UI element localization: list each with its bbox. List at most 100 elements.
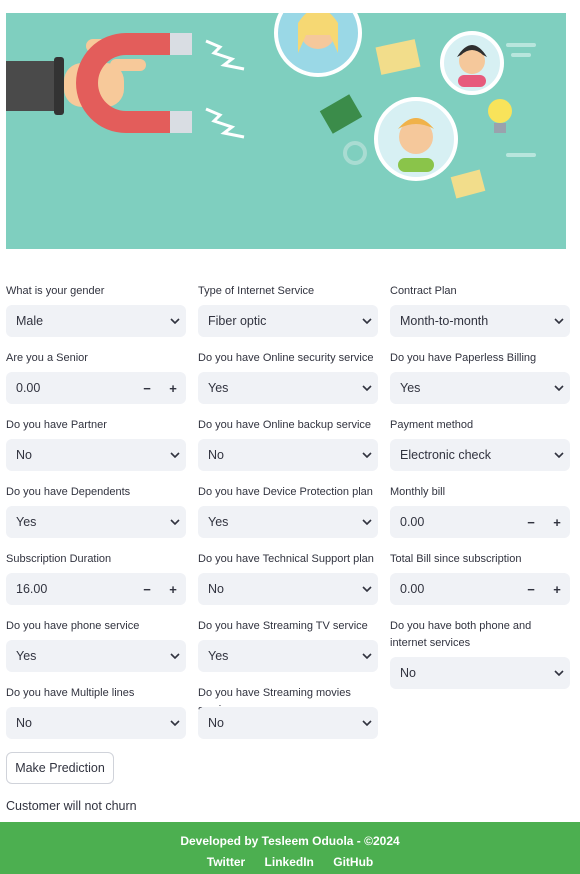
field-label: Do you have Paperless Billing: [390, 352, 537, 364]
select-value: No: [16, 716, 32, 730]
github-link[interactable]: GitHub: [333, 855, 373, 869]
chevron-down-icon: [356, 385, 378, 391]
increment-button[interactable]: +: [544, 582, 570, 597]
field-label: Do you have Streaming TV service: [198, 620, 368, 632]
number-value[interactable]: 0.00: [390, 582, 518, 596]
chevron-down-icon: [548, 318, 570, 324]
footer-links: Twitter LinkedIn GitHub: [0, 855, 580, 869]
monthly-bill-input[interactable]: 0.00 − +: [390, 506, 570, 538]
chevron-down-icon: [356, 318, 378, 324]
select-value: Fiber optic: [208, 314, 267, 328]
online-backup-field: Do you have Online backup service No: [198, 417, 378, 484]
chevron-down-icon: [164, 452, 186, 458]
dependents-field: Do you have Dependents Yes: [6, 484, 186, 551]
online-backup-select[interactable]: No: [198, 439, 378, 471]
chevron-down-icon: [164, 653, 186, 659]
payment-method-field: Payment method Electronic check: [390, 417, 570, 484]
chevron-down-icon: [356, 452, 378, 458]
paperless-billing-field: Do you have Paperless Billing Yes: [390, 350, 570, 417]
select-value: No: [208, 448, 224, 462]
chevron-down-icon: [548, 385, 570, 391]
streaming-tv-select[interactable]: Yes: [198, 640, 378, 672]
online-security-field: Do you have Online security service Yes: [198, 350, 378, 417]
multiple-lines-select[interactable]: No: [6, 707, 186, 739]
device-protection-select[interactable]: Yes: [198, 506, 378, 538]
streaming-tv-field: Do you have Streaming TV service Yes: [198, 618, 378, 685]
chevron-down-icon: [164, 720, 186, 726]
payment-method-select[interactable]: Electronic check: [390, 439, 570, 471]
hero-banner: [6, 13, 566, 249]
chevron-down-icon: [164, 519, 186, 525]
form-column-2: Type of Internet Service Fiber optic Do …: [198, 283, 378, 752]
chevron-down-icon: [548, 452, 570, 458]
subscription-duration-field: Subscription Duration 16.00 − +: [6, 551, 186, 618]
tech-support-select[interactable]: No: [198, 573, 378, 605]
decrement-button[interactable]: −: [134, 381, 160, 396]
select-value: No: [400, 666, 416, 680]
senior-field: Are you a Senior 0.00 − +: [6, 350, 186, 417]
select-value: Yes: [208, 381, 229, 395]
increment-button[interactable]: +: [544, 515, 570, 530]
phone-and-internet-select[interactable]: No: [390, 657, 570, 689]
field-label: Monthly bill: [390, 486, 446, 498]
decrement-button[interactable]: −: [518, 582, 544, 597]
decrement-button[interactable]: −: [134, 582, 160, 597]
field-label: Do you have Multiple lines: [6, 687, 135, 699]
online-security-select[interactable]: Yes: [198, 372, 378, 404]
multiple-lines-field: Do you have Multiple lines No: [6, 685, 186, 752]
number-value[interactable]: 0.00: [390, 515, 518, 529]
field-label: Payment method: [390, 419, 474, 431]
subscription-duration-input[interactable]: 16.00 − +: [6, 573, 186, 605]
streaming-movies-select[interactable]: No: [198, 707, 378, 739]
select-value: Yes: [208, 649, 229, 663]
chevron-down-icon: [356, 720, 378, 726]
internet-service-select[interactable]: Fiber optic: [198, 305, 378, 337]
gender-select[interactable]: Male: [6, 305, 186, 337]
make-prediction-button[interactable]: Make Prediction: [6, 752, 114, 784]
decrement-button[interactable]: −: [518, 515, 544, 530]
chevron-down-icon: [356, 653, 378, 659]
field-label: Are you a Senior: [6, 352, 88, 364]
twitter-link[interactable]: Twitter: [207, 855, 245, 869]
chevron-down-icon: [548, 670, 570, 676]
phone-service-field: Do you have phone service Yes: [6, 618, 186, 685]
footer-credit: Developed by Tesleem Oduola - ©2024: [180, 834, 400, 848]
field-label: Do you have both phone and internet serv…: [390, 620, 532, 649]
field-label: Do you have Device Protection plan: [198, 486, 373, 498]
phone-service-select[interactable]: Yes: [6, 640, 186, 672]
form-column-1: What is your gender Male Are you a Senio…: [6, 283, 186, 752]
streaming-movies-field: Do you have Streaming movies service No: [198, 685, 378, 752]
field-label: Do you have Online security service: [198, 352, 374, 364]
increment-button[interactable]: +: [160, 582, 186, 597]
select-value: Yes: [16, 515, 37, 529]
partner-field: Do you have Partner No: [6, 417, 186, 484]
linkedin-link[interactable]: LinkedIn: [265, 855, 314, 869]
field-label: Do you have phone service: [6, 620, 140, 632]
increment-button[interactable]: +: [160, 381, 186, 396]
contract-plan-field: Contract Plan Month-to-month: [390, 283, 570, 350]
chevron-down-icon: [356, 586, 378, 592]
phone-and-internet-field: Do you have both phone and internet serv…: [390, 618, 570, 702]
tech-support-field: Do you have Technical Support plan No: [198, 551, 378, 618]
field-label: Do you have Partner: [6, 419, 107, 431]
field-label: What is your gender: [6, 285, 105, 297]
internet-service-field: Type of Internet Service Fiber optic: [198, 283, 378, 350]
gender-field: What is your gender Male: [6, 283, 186, 350]
total-bill-field: Total Bill since subscription 0.00 − +: [390, 551, 570, 618]
dependents-select[interactable]: Yes: [6, 506, 186, 538]
select-value: Month-to-month: [400, 314, 489, 328]
senior-number-input[interactable]: 0.00 − +: [6, 372, 186, 404]
monthly-bill-field: Monthly bill 0.00 − +: [390, 484, 570, 551]
prediction-result: Customer will not churn: [6, 799, 137, 813]
partner-select[interactable]: No: [6, 439, 186, 471]
paperless-billing-select[interactable]: Yes: [390, 372, 570, 404]
select-value: Male: [16, 314, 44, 328]
number-value[interactable]: 16.00: [6, 582, 134, 596]
number-value[interactable]: 0.00: [6, 381, 134, 395]
field-label: Do you have Online backup service: [198, 419, 372, 431]
select-value: No: [208, 582, 224, 596]
chevron-down-icon: [164, 318, 186, 324]
chevron-down-icon: [356, 519, 378, 525]
contract-plan-select[interactable]: Month-to-month: [390, 305, 570, 337]
total-bill-input[interactable]: 0.00 − +: [390, 573, 570, 605]
